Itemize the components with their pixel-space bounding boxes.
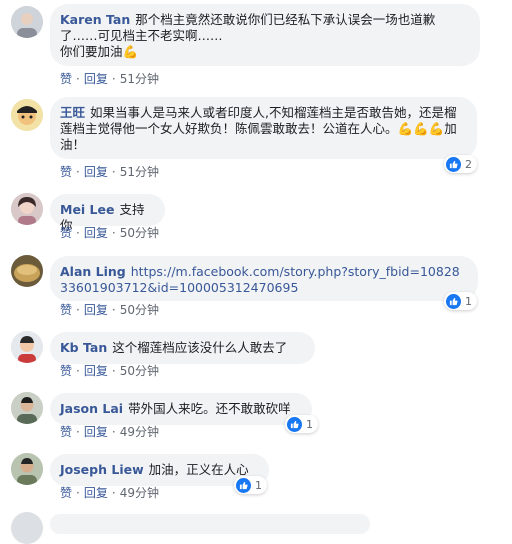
like-button[interactable]: 赞 — [60, 486, 72, 500]
avatar[interactable] — [11, 512, 43, 544]
reaction-count[interactable]: 1 — [285, 415, 318, 433]
comment-text: 这个榴莲档应该没什么人敢去了 — [112, 340, 288, 355]
reply-button[interactable]: 回复 — [84, 486, 108, 500]
reply-button[interactable]: 回复 — [84, 226, 108, 240]
comment-time[interactable]: 49分钟 — [120, 486, 159, 500]
comment-time[interactable]: 51分钟 — [120, 72, 159, 86]
comment-bubble — [50, 514, 370, 534]
reaction-number: 1 — [255, 478, 262, 492]
comment-bubble: Jason Lai 带外国人来吃。还不敢敢砍咩 — [50, 393, 312, 425]
avatar[interactable] — [11, 331, 43, 363]
like-button[interactable]: 赞 — [60, 303, 72, 317]
like-button[interactable]: 赞 — [60, 364, 72, 378]
comment-author[interactable]: Kb Tan — [60, 340, 107, 355]
reply-button[interactable]: 回复 — [84, 72, 108, 86]
avatar[interactable] — [11, 255, 43, 287]
comment-bubble: 王旺 如果当事人是马来人或者印度人,不知榴莲档主是否敢告她，还是榴莲档主觉得他一个… — [50, 97, 477, 159]
comment-text: 如果当事人是马来人或者印度人,不知榴莲档主是否敢告她，还是榴莲档主觉得他一个女人… — [60, 105, 457, 152]
avatar[interactable] — [11, 6, 43, 38]
like-button[interactable]: 赞 — [60, 226, 72, 240]
avatar[interactable] — [11, 99, 43, 131]
reply-button[interactable]: 回复 — [84, 303, 108, 317]
comment-bubble: Mei Lee 支持你 — [50, 194, 165, 233]
comment-actions: 赞 · 回复 · 50分钟 — [60, 303, 159, 317]
comment-author[interactable]: Alan Ling — [60, 264, 126, 279]
comment-actions: 赞 · 回复 · 50分钟 — [60, 364, 159, 378]
comment-time[interactable]: 50分钟 — [120, 303, 159, 317]
comment-bubble: Kb Tan 这个榴莲档应该没什么人敢去了 — [50, 332, 315, 364]
reaction-count[interactable]: 2 — [444, 155, 477, 173]
like-icon — [236, 477, 251, 493]
comment-author[interactable]: Mei Lee — [60, 202, 114, 217]
comment-author[interactable]: Karen Tan — [60, 12, 130, 27]
comment-author[interactable]: Jason Lai — [60, 401, 123, 416]
comment-actions: 赞 · 回复 · 51分钟 — [60, 72, 159, 86]
comment-actions: 赞 · 回复 · 49分钟 — [60, 486, 159, 500]
reaction-number: 1 — [306, 417, 313, 431]
reply-button[interactable]: 回复 — [84, 425, 108, 439]
comment-actions: 赞 · 回复 · 51分钟 — [60, 165, 159, 179]
reaction-number: 1 — [465, 294, 472, 308]
comment-time[interactable]: 49分钟 — [120, 425, 159, 439]
comment-actions: 赞 · 回复 · 49分钟 — [60, 425, 159, 439]
avatar[interactable] — [11, 193, 43, 225]
reaction-count[interactable]: 1 — [234, 476, 267, 494]
reaction-count[interactable]: 1 — [444, 292, 477, 310]
like-button[interactable]: 赞 — [60, 72, 72, 86]
comment-time[interactable]: 50分钟 — [120, 226, 159, 240]
comment-time[interactable]: 51分钟 — [120, 165, 159, 179]
comment-time[interactable]: 50分钟 — [120, 364, 159, 378]
like-button[interactable]: 赞 — [60, 425, 72, 439]
like-icon — [446, 156, 461, 172]
comment-bubble: Karen Tan 那个档主竟然还敢说你们已经私下承认误会一场也道歉了……可见档主… — [50, 4, 480, 66]
comment-actions: 赞 · 回复 · 50分钟 — [60, 226, 159, 240]
avatar[interactable] — [11, 453, 43, 485]
comment-author[interactable]: 王旺 — [60, 105, 85, 120]
comment-text: 加油，正义在人心 — [148, 462, 249, 477]
reaction-number: 2 — [465, 157, 472, 171]
comment-text: 带外国人来吃。还不敢敢砍咩 — [128, 401, 291, 416]
like-icon — [446, 293, 461, 309]
comment-bubble: Alan Ling https://m.facebook.com/story.ph… — [50, 256, 478, 301]
comment-author[interactable]: Joseph Liew — [60, 462, 144, 477]
reply-button[interactable]: 回复 — [84, 165, 108, 179]
like-button[interactable]: 赞 — [60, 165, 72, 179]
like-icon — [287, 416, 302, 432]
avatar[interactable] — [11, 392, 43, 424]
reply-button[interactable]: 回复 — [84, 364, 108, 378]
